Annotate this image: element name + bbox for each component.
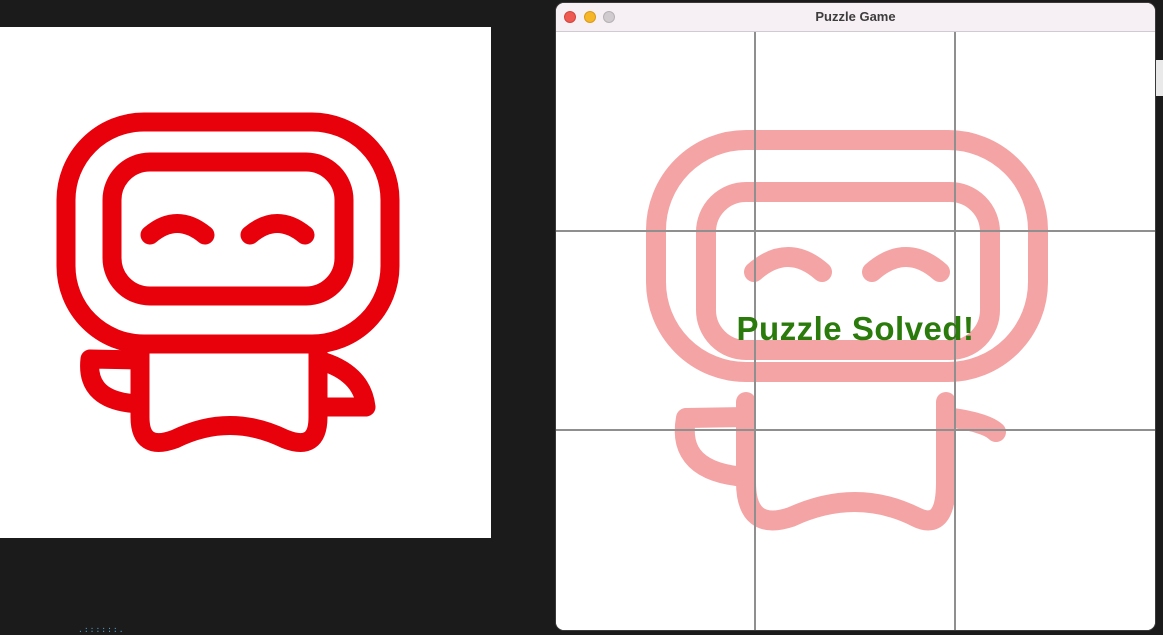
reference-image-panel [0,27,491,538]
desktop: .::::::. Puzzle Game Puzzle Solved! [0,0,1163,635]
puzzle-tile[interactable] [956,32,1155,231]
puzzle-game-window: Puzzle Game Puzzle Solved! [556,3,1155,630]
puzzle-board: Puzzle Solved! [556,32,1155,630]
grid-divider [556,230,1155,232]
puzzle-tile[interactable] [756,32,955,231]
robot-mascot-image [56,112,400,452]
puzzle-tile[interactable] [756,431,955,630]
window-title: Puzzle Game [815,9,896,24]
window-titlebar[interactable]: Puzzle Game [556,3,1155,32]
grid-divider [556,429,1155,431]
background-window-edge [1154,60,1163,96]
dock-indicator: .::::::. [78,625,125,634]
puzzle-tile[interactable] [556,431,755,630]
puzzle-tile[interactable] [956,431,1155,630]
puzzle-solved-message: Puzzle Solved! [736,310,975,347]
puzzle-tile[interactable] [556,32,755,231]
